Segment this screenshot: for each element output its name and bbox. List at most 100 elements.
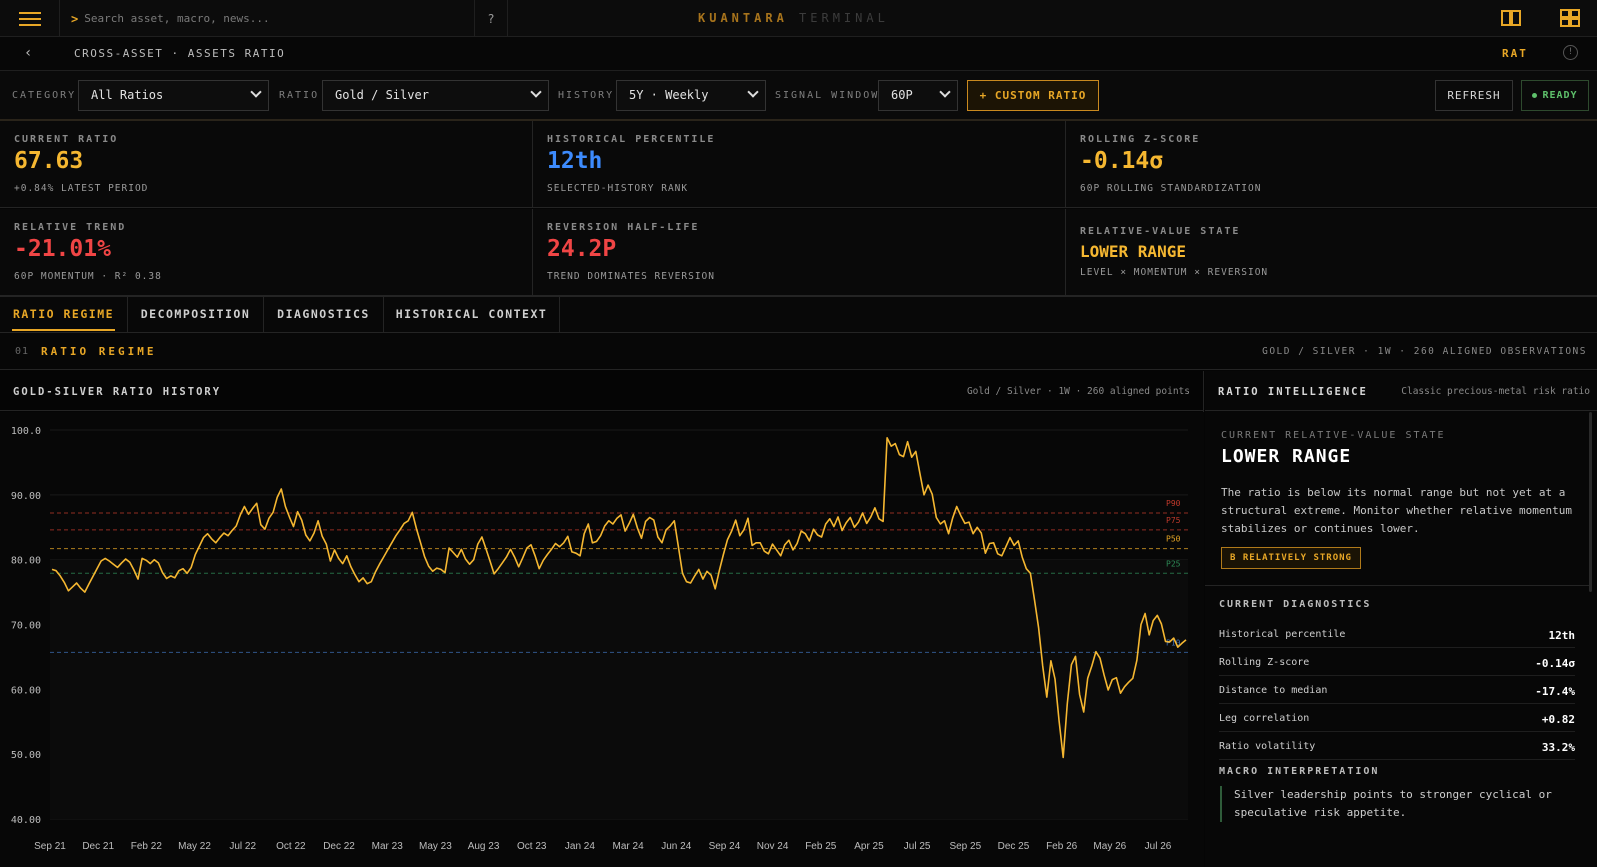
x-tick-label: Feb 25: [805, 841, 837, 852]
x-tick-label: Aug 23: [468, 841, 500, 852]
tab-historical-context[interactable]: HISTORICAL CONTEXT: [384, 297, 560, 333]
signal-window-value: 60P: [891, 88, 913, 102]
kpi-label: RELATIVE-VALUE STATE: [1080, 226, 1241, 237]
custom-ratio-button[interactable]: + CUSTOM RATIO: [967, 80, 1099, 111]
split-layout-icon[interactable]: [1500, 8, 1522, 28]
x-tick-label: Apr 25: [854, 841, 884, 852]
kpi-value: LOWER RANGE: [1080, 242, 1186, 261]
state-label: CURRENT RELATIVE-VALUE STATE: [1221, 430, 1446, 441]
percentile-label: P90: [1166, 499, 1181, 508]
ratio-intelligence-panel: RATIO INTELLIGENCE Classic precious-meta…: [1205, 371, 1597, 867]
chart-panel: GOLD-SILVER RATIO HISTORY Gold / Silver …: [0, 371, 1204, 867]
x-tick-label: May 26: [1093, 841, 1126, 852]
section-meta: GOLD / SILVER · 1W · 260 ALIGNED OBSERVA…: [1262, 346, 1587, 357]
ratio-history-chart[interactable]: 100.0 90.00 80.00 70.00 60.00 50.00 40.00 P90 P7…: [0, 412, 1204, 867]
y-tick-label: 80.00: [11, 556, 41, 567]
ratio-label: RATIO: [279, 90, 320, 101]
x-tick-label: Jul 22: [229, 841, 256, 852]
kpi-current-ratio: CURRENT RATIO 67.63 +0.84% LATEST PERIOD: [0, 121, 533, 208]
x-tick-label: Dec 21: [82, 841, 114, 852]
x-tick-label: Jun 24: [661, 841, 691, 852]
signal-window-select[interactable]: 60P: [878, 80, 958, 111]
percentile-label: P75: [1166, 516, 1181, 525]
refresh-button[interactable]: REFRESH: [1435, 80, 1513, 111]
diagnostics-title: CURRENT DIAGNOSTICS: [1219, 599, 1372, 610]
strength-badge: B RELATIVELY STRONG: [1221, 547, 1361, 569]
diagnostic-value: 12th: [1548, 629, 1576, 642]
kpi-grid: CURRENT RATIO 67.63 +0.84% LATEST PERIOD…: [0, 121, 1597, 296]
diagnostic-value: 33.2%: [1541, 741, 1575, 754]
menu-button[interactable]: [0, 0, 60, 37]
diagnostic-row: Distance to median -17.4%: [1219, 677, 1575, 704]
ratio-select[interactable]: Gold / Silver: [322, 80, 549, 111]
tab-bar: RATIO REGIME DECOMPOSITION DIAGNOSTICS H…: [0, 296, 1597, 333]
breadcrumb: CROSS-ASSET · ASSETS RATIO: [74, 47, 286, 60]
category-label: CATEGORY: [12, 90, 77, 101]
back-chevron-icon[interactable]: ‹: [24, 45, 32, 61]
chart-title: GOLD-SILVER RATIO HISTORY: [13, 386, 222, 398]
chevron-down-icon: [250, 86, 262, 98]
kpi-sub: SELECTED-HISTORY RANK: [547, 183, 689, 194]
grid-layout-icon[interactable]: [1559, 8, 1581, 28]
tab-ratio-regime[interactable]: RATIO REGIME: [0, 297, 128, 333]
kpi-relative-value-state: RELATIVE-VALUE STATE LOWER RANGE LEVEL ×…: [1066, 209, 1597, 296]
kpi-label: CURRENT RATIO: [14, 134, 119, 145]
state-value: LOWER RANGE: [1221, 446, 1352, 467]
status-dot-icon: [1532, 92, 1538, 98]
history-select[interactable]: 5Y · Weekly: [616, 80, 766, 111]
x-tick-label: Dec 25: [998, 841, 1030, 852]
kpi-sub: TREND DOMINATES REVERSION: [547, 271, 715, 282]
history-value: 5Y · Weekly: [629, 88, 709, 102]
help-button[interactable]: ?: [475, 0, 508, 37]
diagnostic-key: Leg correlation: [1219, 713, 1310, 724]
category-select[interactable]: All Ratios: [78, 80, 269, 111]
x-tick-label: Oct 23: [517, 841, 547, 852]
state-description: The ratio is below its normal range but …: [1221, 486, 1572, 535]
brand-secondary: TERMINAL: [799, 11, 889, 25]
x-tick-label: Oct 22: [276, 841, 306, 852]
search-box: >: [61, 0, 475, 37]
kpi-rolling-zscore: ROLLING Z-SCORE -0.14σ 60P ROLLING STAND…: [1066, 121, 1597, 208]
search-input[interactable]: [84, 12, 445, 25]
y-tick-label: 100.0: [11, 426, 41, 437]
x-tick-label: Jul 25: [904, 841, 931, 852]
chart-meta: Gold / Silver · 1W · 260 aligned points: [966, 386, 1190, 397]
shaded-band: [50, 559, 1188, 819]
kpi-reversion-half-life: REVERSION HALF-LIFE 24.2P TREND DOMINATE…: [533, 209, 1066, 296]
x-tick-label: Sep 24: [709, 841, 741, 852]
x-tick-label: Jan 24: [565, 841, 595, 852]
state-box: CURRENT RELATIVE-VALUE STATE LOWER RANGE…: [1205, 412, 1589, 586]
y-tick-label: 70.00: [11, 621, 41, 632]
x-tick-label: Jul 26: [1145, 841, 1172, 852]
x-tick-label: Nov 24: [757, 841, 789, 852]
tab-diagnostics[interactable]: DIAGNOSTICS: [264, 297, 384, 333]
diagnostic-key: Rolling Z-score: [1219, 657, 1310, 668]
kpi-value: -21.01%: [14, 236, 111, 262]
x-tick-label: Sep 21: [34, 841, 66, 852]
x-tick-label: Feb 26: [1046, 841, 1078, 852]
kpi-sub: +0.84% LATEST PERIOD: [14, 183, 149, 194]
history-label: HISTORY: [558, 90, 615, 101]
chevron-down-icon: [939, 86, 951, 98]
side-scrollbar[interactable]: [1589, 412, 1592, 592]
brand-primary: KUANTARA: [698, 11, 788, 25]
y-tick-label: 60.00: [11, 685, 41, 696]
ticker-code: RAT: [1502, 47, 1528, 60]
section-header: 01 RATIO REGIME GOLD / SILVER · 1W · 260…: [0, 333, 1597, 370]
side-header: RATIO INTELLIGENCE Classic precious-meta…: [1205, 371, 1597, 411]
info-icon[interactable]: !: [1563, 45, 1578, 60]
diagnostic-value: +0.82: [1541, 713, 1575, 726]
percentile-label: P50: [1166, 535, 1181, 544]
kpi-sub: 60P MOMENTUM · R² 0.38: [14, 271, 162, 282]
diagnostic-row: Rolling Z-score -0.14σ: [1219, 649, 1575, 676]
chart-header: GOLD-SILVER RATIO HISTORY Gold / Silver …: [0, 371, 1204, 411]
section-number: 01: [15, 346, 30, 357]
x-tick-label: Sep 25: [949, 841, 981, 852]
x-tick-label: Dec 22: [323, 841, 355, 852]
kpi-label: REVERSION HALF-LIFE: [547, 222, 700, 233]
x-tick-label: Mar 24: [613, 841, 645, 852]
tab-decomposition[interactable]: DECOMPOSITION: [128, 297, 264, 333]
macro-text: Silver leadership points to stronger cyc…: [1220, 786, 1565, 822]
kpi-historical-percentile: HISTORICAL PERCENTILE 12th SELECTED-HIST…: [533, 121, 1066, 208]
kpi-relative-trend: RELATIVE TREND -21.01% 60P MOMENTUM · R²…: [0, 209, 533, 296]
